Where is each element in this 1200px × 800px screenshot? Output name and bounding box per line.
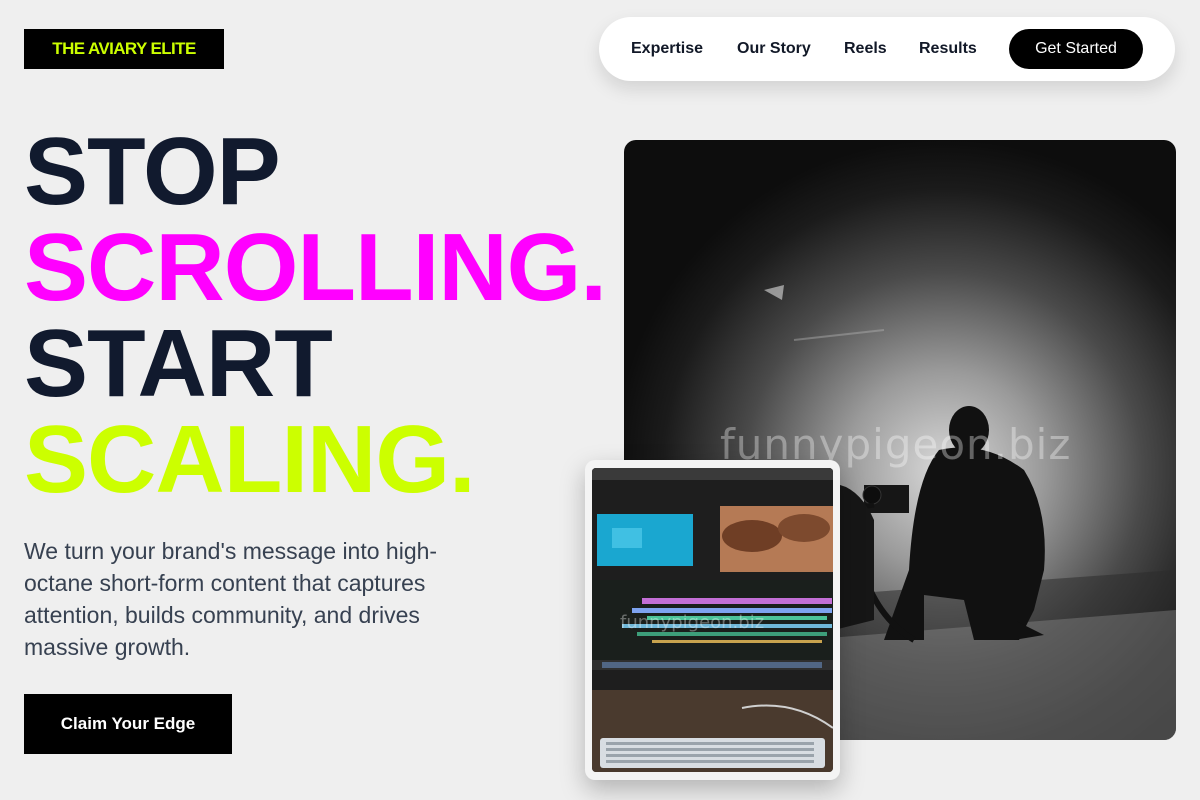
nav-link-our-story[interactable]: Our Story <box>737 17 811 81</box>
nav-link-expertise[interactable]: Expertise <box>631 17 703 81</box>
claim-your-edge-button[interactable]: Claim Your Edge <box>24 694 232 754</box>
video-editing-photo: funnypigeon.biz <box>592 468 833 772</box>
brand-logo[interactable]: THE AVIARY ELITE <box>24 29 224 69</box>
nav-link-reels[interactable]: Reels <box>844 17 887 81</box>
headline-line-1: STOP <box>24 118 281 225</box>
editing-photo-card: funnypigeon.biz <box>585 460 840 780</box>
hero-headline: STOP SCROLLING. START SCALING. <box>24 124 624 508</box>
headline-line-3: START <box>24 310 333 417</box>
editing-monitor-illustration: funnypigeon.biz <box>592 468 833 772</box>
landing-page: THE AVIARY ELITE Expertise Our Story Ree… <box>0 0 1200 800</box>
inset-watermark: funnypigeon.biz <box>620 612 764 633</box>
headline-line-4: SCALING. <box>24 406 476 513</box>
headline-line-2: SCROLLING. <box>24 214 607 321</box>
get-started-button[interactable]: Get Started <box>1009 29 1143 69</box>
hero-description: We turn your brand's message into high-o… <box>24 538 438 660</box>
main-nav: Expertise Our Story Reels Results Get St… <box>599 17 1175 81</box>
logo-text: THE AVIARY ELITE <box>52 39 196 58</box>
nav-link-results[interactable]: Results <box>919 17 977 81</box>
